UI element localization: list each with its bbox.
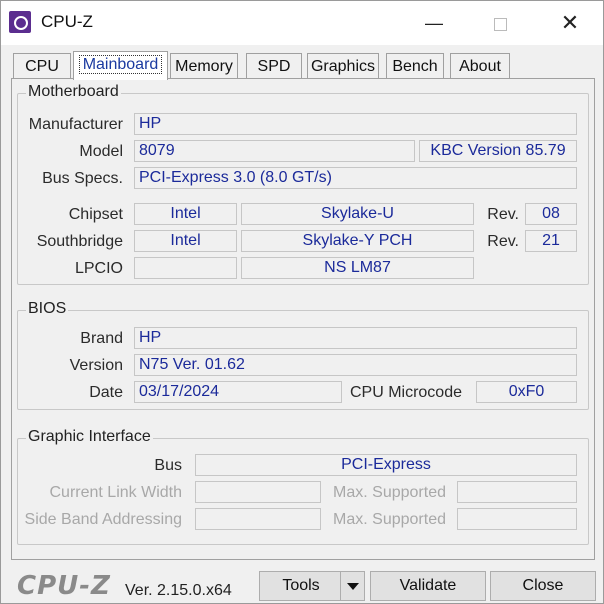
- lpcio-name-field: NS LM87: [241, 257, 474, 279]
- tools-button[interactable]: Tools: [259, 571, 365, 601]
- tab-mainboard-label: Mainboard: [78, 55, 163, 74]
- tab-cpu[interactable]: CPU: [13, 53, 71, 79]
- tab-mainboard[interactable]: Mainboard: [73, 51, 168, 80]
- tab-about[interactable]: About: [450, 53, 510, 79]
- bus-specs-field: PCI-Express 3.0 (8.0 GT/s): [134, 167, 577, 189]
- chipset-label: Chipset: [68, 206, 123, 223]
- close-button[interactable]: Close: [490, 571, 596, 601]
- motherboard-group-title: Motherboard: [26, 83, 121, 101]
- bus-specs-label: Bus Specs.: [42, 170, 123, 187]
- max-supported-field-2: [457, 508, 577, 530]
- cpuz-logo: CPU-Z: [17, 571, 111, 601]
- bios-brand-label: Brand: [80, 330, 123, 347]
- tab-graphics[interactable]: Graphics: [307, 53, 379, 79]
- chipset-name-field: Skylake-U: [241, 203, 474, 225]
- southbridge-rev-label: Rev.: [487, 233, 519, 250]
- gi-bus-field: PCI-Express: [195, 454, 577, 476]
- tab-bench[interactable]: Bench: [386, 53, 444, 79]
- southbridge-label: Southbridge: [36, 233, 123, 250]
- minimize-icon: —: [425, 13, 443, 33]
- bios-date-field: 03/17/2024: [134, 381, 342, 403]
- bios-version-label: Version: [69, 357, 123, 374]
- max-supported-label-1: Max. Supported: [333, 484, 446, 501]
- mainboard-panel: Motherboard Manufacturer HP Model 8079 K…: [11, 78, 595, 560]
- tab-memory[interactable]: Memory: [170, 53, 238, 79]
- maximize-icon: [493, 17, 507, 31]
- manufacturer-field: HP: [134, 113, 577, 135]
- cpuz-app-icon: [9, 11, 31, 33]
- side-band-addressing-label: Side Band Addressing: [24, 511, 182, 528]
- cpu-microcode-field: 0xF0: [476, 381, 577, 403]
- gi-bus-label: Bus: [154, 457, 182, 474]
- lpcio-label: LPCIO: [74, 260, 123, 277]
- southbridge-vendor-field: Intel: [134, 230, 237, 252]
- current-link-width-field: [195, 481, 321, 503]
- max-supported-label-2: Max. Supported: [333, 511, 446, 528]
- close-icon: ✕: [560, 10, 580, 35]
- chipset-rev-field: 08: [525, 203, 577, 225]
- bios-brand-field: HP: [134, 327, 577, 349]
- chipset-rev-label: Rev.: [487, 206, 519, 223]
- chevron-down-icon[interactable]: [340, 572, 364, 600]
- bios-date-label: Date: [89, 384, 123, 401]
- cpuz-window: CPU-Z — ✕ CPU Mainboard Memory SPD Graph…: [0, 0, 604, 604]
- side-band-addressing-field: [195, 508, 321, 530]
- maximize-button[interactable]: [477, 1, 523, 45]
- version-text: Ver. 2.15.0.x64: [125, 582, 232, 599]
- cpu-microcode-label: CPU Microcode: [349, 384, 462, 401]
- chipset-vendor-field: Intel: [134, 203, 237, 225]
- current-link-width-label: Current Link Width: [49, 484, 183, 501]
- southbridge-name-field: Skylake-Y PCH: [241, 230, 474, 252]
- close-window-button[interactable]: ✕: [547, 1, 593, 45]
- graphic-interface-group-title: Graphic Interface: [26, 428, 153, 446]
- title-bar: CPU-Z — ✕: [1, 1, 603, 45]
- lpcio-vendor-field: [134, 257, 237, 279]
- southbridge-rev-field: 21: [525, 230, 577, 252]
- window-title: CPU-Z: [41, 12, 93, 31]
- tab-spd[interactable]: SPD: [246, 53, 302, 79]
- minimize-button[interactable]: —: [411, 1, 457, 45]
- max-supported-field-1: [457, 481, 577, 503]
- model-extra-field: KBC Version 85.79: [419, 140, 577, 162]
- model-label: Model: [79, 143, 123, 160]
- bios-version-field: N75 Ver. 01.62: [134, 354, 577, 376]
- manufacturer-label: Manufacturer: [28, 116, 123, 133]
- model-field: 8079: [134, 140, 415, 162]
- validate-button[interactable]: Validate: [370, 571, 486, 601]
- tools-button-label: Tools: [282, 577, 320, 594]
- bios-group-title: BIOS: [26, 300, 69, 318]
